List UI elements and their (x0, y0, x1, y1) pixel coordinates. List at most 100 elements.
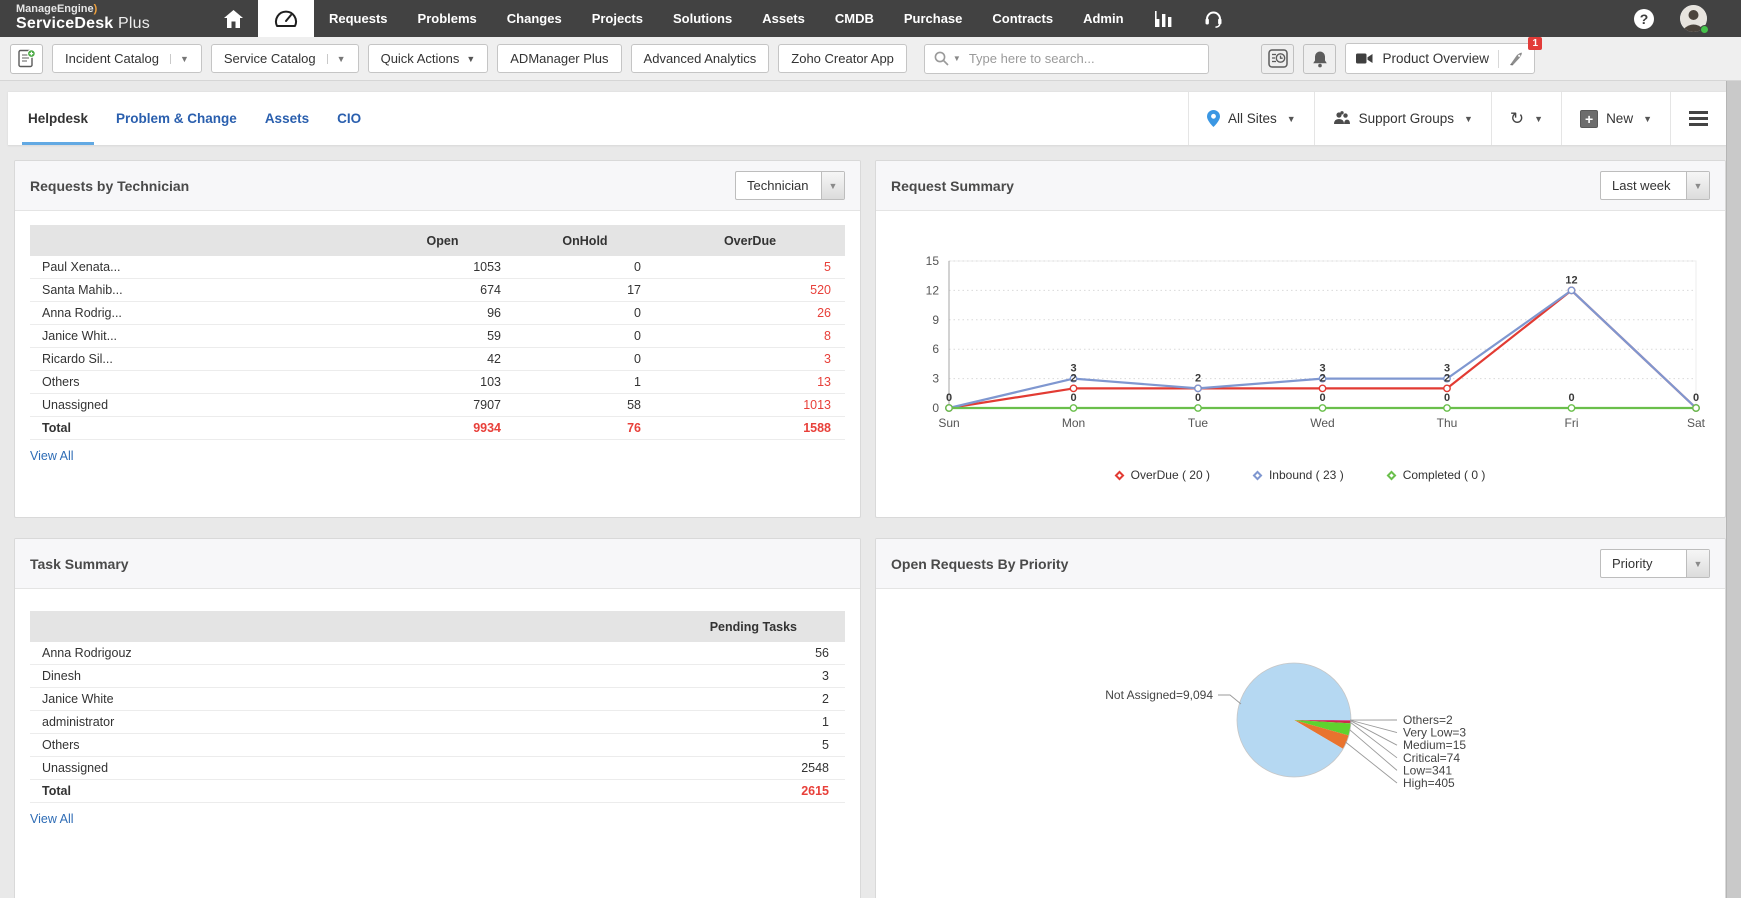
table-row: Paul Xenata...105305 (30, 256, 845, 279)
panel-title: Request Summary (891, 178, 1014, 194)
top-navigation-bar: ManageEngine) ServiceDesk Plus RequestsP… (0, 0, 1741, 37)
search-input[interactable] (969, 51, 1199, 66)
location-pin-icon (1207, 110, 1220, 127)
user-avatar[interactable] (1680, 5, 1707, 32)
tabbar-controls: All Sites▼ Support Groups▼ ↻ ▼ + New▼ (1188, 92, 1726, 145)
dashboard-content: Requests by Technician Technician ▼ Open… (0, 146, 1741, 898)
refresh-dropdown[interactable]: ↻ ▼ (1491, 92, 1561, 145)
online-status-dot (1700, 25, 1709, 34)
svg-text:Thu: Thu (1437, 416, 1458, 430)
quick-actions-dropdown[interactable]: Quick Actions▼ (368, 44, 489, 73)
vertical-scrollbar[interactable] (1726, 81, 1741, 898)
svg-text:12: 12 (926, 283, 940, 297)
nav-item-contracts[interactable]: Contracts (977, 0, 1068, 37)
support-groups-dropdown[interactable]: Support Groups▼ (1314, 92, 1491, 145)
nav-item-requests[interactable]: Requests (314, 0, 403, 37)
menu-button[interactable] (1670, 92, 1726, 145)
tab-helpdesk[interactable]: Helpdesk (28, 92, 88, 145)
headset-icon (1204, 9, 1223, 28)
help-icon[interactable]: ? (1634, 9, 1654, 29)
nav-item-assets[interactable]: Assets (747, 0, 820, 37)
topnav-right-group: ? (1634, 0, 1741, 37)
legend-item-completed[interactable]: Completed ( 0 ) (1388, 468, 1486, 482)
quick-toolbar: Incident Catalog▼ Service Catalog▼ Quick… (0, 37, 1741, 81)
chevron-down-icon: ▼ (1643, 114, 1652, 124)
tab-cio[interactable]: CIO (337, 92, 361, 145)
chevron-down-icon: ▼ (1686, 550, 1709, 577)
recent-items-icon-button[interactable] (1261, 44, 1294, 74)
table-row: Anna Rodrigouz56 (30, 642, 845, 665)
admanager-plus-button[interactable]: ADManager Plus (497, 44, 621, 73)
nav-item-solutions[interactable]: Solutions (658, 0, 747, 37)
home-icon (224, 10, 243, 28)
priority-pie-chart: Others=2Very Low=3Medium=15Critical=74Lo… (891, 589, 1712, 889)
tab-problem-change[interactable]: Problem & Change (116, 92, 237, 145)
nav-item-problems[interactable]: Problems (403, 0, 492, 37)
tab-assets[interactable]: Assets (265, 92, 309, 145)
svg-text:2: 2 (1195, 372, 1201, 384)
nav-item-purchase[interactable]: Purchase (889, 0, 978, 37)
chart-legend: OverDue ( 20 ) Inbound ( 23 ) Completed ( … (891, 468, 1710, 482)
toolbar-right-group: Product Overview 1 (1261, 43, 1535, 74)
svg-text:0: 0 (1319, 392, 1325, 404)
advanced-analytics-button[interactable]: Advanced Analytics (631, 44, 770, 73)
table-row: Unassigned2548 (30, 757, 845, 780)
diamond-marker-icon (1114, 470, 1124, 480)
support-groups-icon (1333, 111, 1351, 126)
global-search[interactable]: ▼ (924, 44, 1209, 74)
diamond-marker-icon (1253, 470, 1263, 480)
service-catalog-dropdown[interactable]: Service Catalog▼ (211, 44, 359, 73)
servicedesk-dashboard: ManageEngine) ServiceDesk Plus RequestsP… (0, 0, 1741, 898)
view-all-link[interactable]: View All (30, 812, 74, 826)
incident-catalog-dropdown[interactable]: Incident Catalog▼ (52, 44, 202, 73)
product-overview-button[interactable]: Product Overview 1 (1345, 43, 1535, 74)
speedometer-icon (274, 8, 298, 30)
headset-icon[interactable] (1189, 0, 1239, 37)
svg-text:0: 0 (1568, 392, 1574, 404)
new-dropdown[interactable]: + New▼ (1561, 92, 1670, 145)
request-summary-panel: Request Summary Last week ▼ 03691215SunM… (875, 160, 1726, 518)
column-header-open: Open (370, 225, 515, 256)
table-row: Ricardo Sil...4203 (30, 348, 845, 371)
table-row: Santa Mahib...67417520 (30, 279, 845, 302)
svg-text:Sat: Sat (1687, 416, 1706, 430)
svg-text:Sun: Sun (938, 416, 959, 430)
rocket-icon[interactable] (1508, 51, 1524, 67)
technician-filter-select[interactable]: Technician ▼ (735, 171, 845, 200)
all-sites-dropdown[interactable]: All Sites▼ (1188, 92, 1314, 145)
new-incident-icon-button[interactable] (10, 44, 43, 74)
period-filter-select[interactable]: Last week ▼ (1600, 171, 1710, 200)
nav-item-changes[interactable]: Changes (492, 0, 577, 37)
column-header-name (30, 225, 370, 256)
brand-logo[interactable]: ManageEngine) ServiceDesk Plus (0, 0, 208, 37)
svg-text:0: 0 (932, 401, 939, 415)
dashboard-icon[interactable] (258, 0, 314, 37)
nav-item-cmdb[interactable]: CMDB (820, 0, 889, 37)
svg-text:0: 0 (1195, 392, 1201, 404)
table-row: Unassigned7907581013 (30, 394, 845, 417)
plus-icon: + (1580, 110, 1598, 128)
main-menu: RequestsProblemsChangesProjectsSolutions… (314, 0, 1139, 37)
dashboard-tabbar: Helpdesk Problem & Change Assets CIO All… (8, 92, 1726, 146)
priority-filter-select[interactable]: Priority ▼ (1600, 549, 1710, 578)
requests-by-technician-panel: Requests by Technician Technician ▼ Open… (14, 160, 861, 518)
total-row: Total9934761588 (30, 417, 845, 440)
reports-icon[interactable] (1139, 0, 1189, 37)
task-summary-table: Pending Tasks Anna Rodrigouz56Dinesh3Jan… (30, 611, 845, 803)
zoho-creator-app-button[interactable]: Zoho Creator App (778, 44, 907, 73)
pie-label-high: High=405 (1403, 776, 1455, 790)
legend-item-inbound[interactable]: Inbound ( 23 ) (1254, 468, 1344, 482)
bar-chart-icon (1155, 11, 1173, 27)
svg-text:0: 0 (1070, 392, 1076, 404)
legend-item-overdue[interactable]: OverDue ( 20 ) (1116, 468, 1210, 482)
search-scope-caret-icon[interactable]: ▼ (953, 54, 961, 63)
chevron-down-icon: ▼ (466, 54, 475, 64)
home-icon[interactable] (208, 0, 258, 37)
nav-item-projects[interactable]: Projects (577, 0, 658, 37)
column-header-pending-tasks: Pending Tasks (585, 611, 845, 642)
requests-by-technician-table: Open OnHold OverDue Paul Xenata...105305… (30, 225, 845, 440)
nav-item-admin[interactable]: Admin (1068, 0, 1138, 37)
view-all-link[interactable]: View All (30, 449, 74, 463)
notifications-icon-button[interactable] (1303, 44, 1336, 74)
request-summary-line-chart: 03691215SunMonTueWedThuFriSat03202032032… (891, 223, 1712, 451)
